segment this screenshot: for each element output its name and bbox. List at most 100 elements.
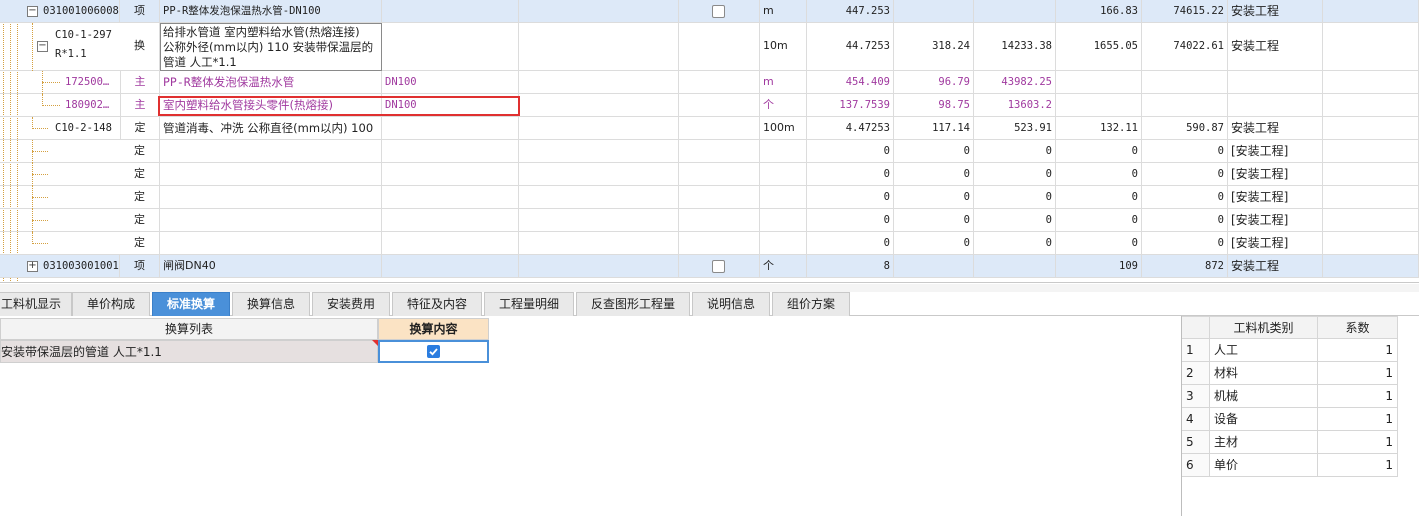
sum-cell: 590.87 [1142, 117, 1228, 140]
qty-cell: 0 [807, 186, 894, 209]
blank-cell [519, 232, 679, 255]
checkbox-checked[interactable] [427, 345, 440, 358]
unit-cell: 个 [760, 255, 807, 278]
blank-cell [519, 23, 679, 71]
table-row[interactable]: C10-2-148 定 管道消毒、冲洗 公称直径(mm以内) 100 100m … [0, 117, 1419, 140]
selection-outline [158, 96, 520, 116]
row-number: 5 [1182, 431, 1210, 454]
table-row[interactable]: 定 0 0 0 0 0 [安装工程] [0, 140, 1419, 163]
spec-cell [382, 0, 519, 23]
sum-cell: 0 [1142, 232, 1228, 255]
category-cell: 主材 [1210, 431, 1318, 454]
table-row[interactable]: 定 0 0 0 0 0 [安装工程] [0, 209, 1419, 232]
table-row[interactable]: 定 0 0 0 0 0 [安装工程] [0, 186, 1419, 209]
blank-cell [519, 0, 679, 23]
factor-cell[interactable]: 1 [1318, 385, 1398, 408]
sum-cell: 0 [1142, 140, 1228, 163]
code-cell-suffix: R*1.1 [55, 48, 87, 60]
unit-cell: 10m [760, 23, 807, 71]
category-cell [1228, 71, 1323, 94]
tab-installation-fee[interactable]: 安装费用 [312, 292, 390, 316]
blank-cell [1323, 163, 1419, 186]
factor-cell[interactable]: 1 [1318, 431, 1398, 454]
extra-cell [1323, 71, 1419, 94]
blank-cell [519, 255, 679, 278]
code-cell: C10-1-297 [55, 29, 112, 41]
table-row-selected[interactable]: 180902… 主 室内塑料给水管接头零件(热熔接) DN100 个 137.7… [0, 94, 1419, 117]
qty-cell: 447.253 [807, 0, 894, 23]
tab-quantity-detail[interactable]: 工程量明细 [484, 292, 574, 316]
table-row[interactable]: 定 0 0 0 0 0 [安装工程] [0, 163, 1419, 186]
table-row[interactable]: + 031003001001 项 闸阀DN40 个 8 109 872 安装工程 [0, 255, 1419, 278]
code-cell: 031003001001 [40, 255, 120, 278]
name-cell: PP-R整体发泡保温热水管 [160, 71, 382, 94]
unit-total-cell: 0 [1056, 209, 1142, 232]
blank-cell [519, 186, 679, 209]
blank-cell [382, 186, 519, 209]
type-cell: 定 [120, 186, 160, 209]
tab-pricing-scheme[interactable]: 组价方案 [772, 292, 850, 316]
qty-cell: 44.7253 [807, 23, 894, 71]
price-cell: 98.75 [894, 94, 974, 117]
row-number: 6 [1182, 454, 1210, 477]
blank-cell [679, 140, 760, 163]
type-cell: 定 [120, 117, 160, 140]
tab-reverse-lookup[interactable]: 反查图形工程量 [576, 292, 690, 316]
name-line: 给排水管道 室内塑料给水管(热熔连接) [163, 25, 360, 39]
splitter[interactable] [0, 284, 1419, 292]
blank-cell [519, 94, 679, 117]
unit-total-cell: 0 [1056, 186, 1142, 209]
type-cell: 定 [120, 163, 160, 186]
extra-cell [1323, 0, 1419, 23]
category-header: 工料机类别 [1210, 316, 1318, 339]
factor-cell[interactable]: 1 [1318, 408, 1398, 431]
total-cell [974, 0, 1056, 23]
category-cell: 设备 [1210, 408, 1318, 431]
sum-cell: 0 [1142, 186, 1228, 209]
conversion-check-cell[interactable] [378, 340, 489, 363]
category-cell: [安装工程] [1228, 186, 1323, 209]
price-cell [894, 0, 974, 23]
blank-cell [760, 232, 807, 255]
table-row[interactable]: 定 0 0 0 0 0 [安装工程] [0, 232, 1419, 255]
tab-labor-material-display[interactable]: 工料机显示 [0, 292, 72, 316]
tab-description[interactable]: 说明信息 [692, 292, 770, 316]
blank-cell [1323, 140, 1419, 163]
sum-cell: 0 [1142, 209, 1228, 232]
collapse-icon[interactable]: − [27, 6, 38, 17]
tree-guide [42, 105, 60, 106]
factor-cell[interactable]: 1 [1318, 339, 1398, 362]
tab-unit-price[interactable]: 单价构成 [72, 292, 150, 316]
row-number: 2 [1182, 362, 1210, 385]
name-cell: 闸阀DN40 [160, 255, 382, 278]
price-cell: 0 [894, 140, 974, 163]
collapse-icon[interactable]: − [37, 41, 48, 52]
row-number: 3 [1182, 385, 1210, 408]
table-row[interactable]: − C10-1-297 R*1.1 换 给排水管道 室内塑料给水管(热熔连接) … [0, 23, 1419, 71]
tab-features[interactable]: 特征及内容 [392, 292, 482, 316]
price-cell: 0 [894, 209, 974, 232]
table-row[interactable]: − 031001006008 项 PP-R整体发泡保温热水管-DN100 m 4… [0, 0, 1419, 23]
unit-total-cell: 0 [1056, 163, 1142, 186]
table-row[interactable]: 172500… 主 PP-R整体发泡保温热水管 DN100 m 454.409 … [0, 71, 1419, 94]
blank-cell [519, 71, 679, 94]
tab-standard-conversion[interactable]: 标准换算 [152, 292, 230, 316]
code-cell: C10-2-148 [55, 122, 112, 134]
tab-conversion-info[interactable]: 换算信息 [232, 292, 310, 316]
checkbox-cell [679, 23, 760, 71]
name-cell: PP-R整体发泡保温热水管-DN100 [160, 0, 382, 23]
conversion-list-header: 换算列表 [0, 318, 378, 340]
row-checkbox[interactable] [712, 5, 725, 18]
checkbox-cell [679, 117, 760, 140]
factor-cell[interactable]: 1 [1318, 454, 1398, 477]
blank-cell [679, 209, 760, 232]
total-cell: 13603.2 [974, 94, 1056, 117]
expand-icon[interactable]: + [27, 261, 38, 272]
factor-cell[interactable]: 1 [1318, 362, 1398, 385]
tab-bar: 工料机显示 单价构成 标准换算 换算信息 安装费用 特征及内容 工程量明细 反查… [0, 292, 1419, 316]
type-cell: 换 [120, 23, 160, 71]
conversion-item[interactable]: 安装带保温层的管道 人工*1.1 [0, 340, 378, 363]
row-checkbox[interactable] [712, 260, 725, 273]
blank-cell [382, 163, 519, 186]
name-cell: 给排水管道 室内塑料给水管(热熔连接) 公称外径(mm以内) 110 安装带保温… [160, 23, 382, 71]
